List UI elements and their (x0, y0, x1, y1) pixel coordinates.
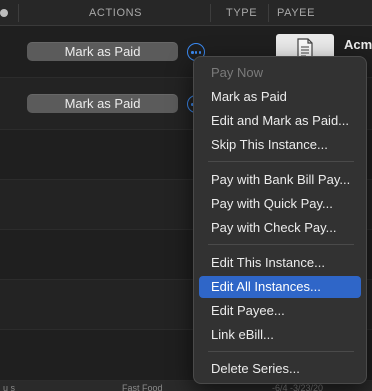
column-header-payee[interactable]: PAYEE (277, 7, 315, 19)
column-separator (268, 4, 269, 22)
column-header-actions[interactable]: ACTIONS (89, 7, 142, 19)
mark-as-paid-button[interactable]: Mark as Paid (27, 94, 178, 113)
column-header-type[interactable]: TYPE (226, 7, 257, 19)
menu-item-edit-all-instances[interactable]: Edit All Instances... (199, 276, 361, 298)
menu-item-pay-with-bank-bill-pay[interactable]: Pay with Bank Bill Pay... (199, 169, 361, 191)
mark-as-paid-button[interactable]: Mark as Paid (27, 42, 178, 61)
dot-icon (0, 9, 8, 17)
column-separator (18, 4, 19, 22)
menu-item-pay-with-quick-pay[interactable]: Pay with Quick Pay... (199, 193, 361, 215)
partial-row-amount: -6/4 -3/23/20 (272, 383, 324, 391)
menu-item-link-ebill[interactable]: Link eBill... (199, 324, 361, 346)
partial-row-category: Fast Food (122, 383, 163, 391)
menu-item-pay-now: Pay Now (211, 65, 264, 80)
payee-name: Acm (344, 37, 372, 52)
menu-item-pay-with-check-pay[interactable]: Pay with Check Pay... (199, 217, 361, 239)
menu-item-edit-and-mark-as-paid[interactable]: Edit and Mark as Paid... (199, 110, 361, 132)
column-separator (210, 4, 211, 22)
column-header-bar: ACTIONS TYPE PAYEE (0, 0, 372, 26)
menu-item-skip-this-instance[interactable]: Skip This Instance... (199, 134, 361, 156)
menu-item-mark-as-paid[interactable]: Mark as Paid (199, 86, 361, 108)
context-menu: Pay Now Mark as Paid Edit and Mark as Pa… (193, 56, 367, 384)
menu-item-edit-this-instance[interactable]: Edit This Instance... (199, 252, 361, 274)
scheduled-transactions-window: ACTIONS TYPE PAYEE Mark as Paid Acm Mark (0, 0, 372, 391)
menu-separator (208, 244, 354, 245)
menu-item-delete-series[interactable]: Delete Series... (199, 358, 361, 380)
menu-separator (208, 161, 354, 162)
partial-row-text: u s (3, 383, 16, 391)
menu-separator (208, 351, 354, 352)
menu-item-edit-payee[interactable]: Edit Payee... (199, 300, 361, 322)
